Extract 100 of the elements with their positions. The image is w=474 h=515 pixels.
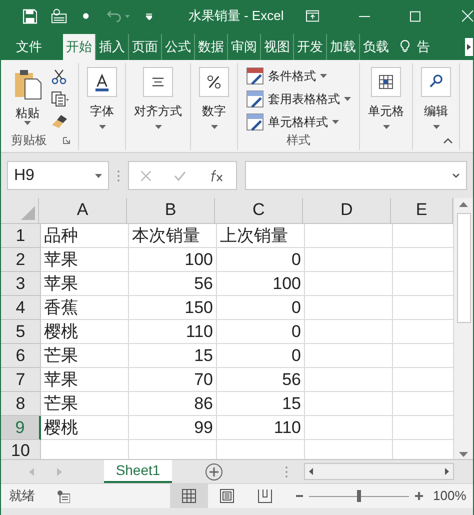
table-cell: 本次销量: [129, 224, 217, 248]
style-menu-button[interactable]: 单元格样式: [246, 113, 351, 131]
expand-icon[interactable]: [452, 173, 460, 178]
table-cell: 70: [129, 368, 217, 392]
column-header[interactable]: C: [215, 198, 304, 223]
row-header[interactable]: 1: [1, 224, 41, 248]
table-style-icon: [246, 113, 264, 131]
row-header[interactable]: 4: [1, 296, 41, 320]
row-header[interactable]: 2: [1, 248, 41, 272]
table-cell: 苹果: [41, 248, 129, 272]
status-text: 就绪: [9, 487, 35, 506]
table-cell: 86: [129, 392, 217, 416]
column-header[interactable]: B: [127, 198, 216, 223]
sheet-tab[interactable]: Sheet1: [104, 460, 172, 483]
group-label: 样式: [286, 132, 310, 149]
table-cell: 0: [217, 248, 305, 272]
table-cell: 0: [217, 344, 305, 368]
arrow-right-icon: [445, 468, 449, 475]
table-cell: 100: [217, 272, 305, 296]
name-box[interactable]: H9: [7, 161, 109, 190]
ribbon-tab[interactable]: 文件: [13, 34, 45, 60]
ribbon-button[interactable]: 字体: [87, 67, 117, 129]
ribbon-display-icon[interactable]: [306, 10, 319, 22]
customize-icon[interactable]: [146, 12, 152, 20]
column-header[interactable]: A: [39, 198, 128, 223]
grid-icon: [182, 489, 196, 503]
arrow-down-icon: [459, 452, 468, 457]
maximize-icon[interactable]: [410, 10, 421, 22]
add-sheet-icon[interactable]: [205, 462, 223, 480]
font-color-icon: [87, 67, 117, 97]
table-cell: 上次销量: [217, 224, 305, 248]
function-icon[interactable]: [210, 170, 224, 182]
view-button[interactable]: [170, 484, 208, 508]
scissors-icon[interactable]: [50, 69, 66, 85]
arrow-up-icon: [459, 202, 468, 207]
ribbon-tab[interactable]: 开始: [63, 34, 95, 60]
page-icon: [220, 489, 234, 503]
dot-icon[interactable]: [83, 13, 89, 19]
table-cell: 樱桃: [41, 416, 129, 440]
column-header[interactable]: D: [303, 198, 392, 223]
table-cell: 苹果: [41, 368, 129, 392]
zoom-in-icon[interactable]: [415, 492, 423, 500]
table-cell: 芒果: [41, 344, 129, 368]
zoom-slider-thumb[interactable]: [357, 490, 361, 502]
scroll-right-icon[interactable]: [465, 38, 473, 56]
caret-icon: [344, 97, 351, 101]
grip-icon: [285, 466, 288, 478]
arrow-left-icon: [309, 468, 313, 475]
caret-icon: [332, 120, 339, 124]
caret-icon: [24, 121, 31, 125]
row-header[interactable]: 3: [1, 272, 41, 296]
table-cell: 15: [129, 344, 217, 368]
style-menu-button[interactable]: 套用表格格式: [246, 90, 351, 108]
table-cell: 150: [129, 296, 217, 320]
ribbon-button[interactable]: 单元格: [368, 67, 404, 129]
paste-button[interactable]: 粘贴: [12, 67, 42, 130]
table-cell: 香蕉: [41, 296, 129, 320]
table-style-icon: [246, 90, 264, 108]
check-icon[interactable]: [174, 170, 186, 180]
row-header[interactable]: 7: [1, 368, 41, 392]
vertical-scrollbar[interactable]: [453, 198, 473, 459]
macro-record-icon[interactable]: [57, 490, 70, 502]
formula-field[interactable]: [245, 161, 467, 190]
style-menu-button[interactable]: 条件格式: [246, 67, 351, 85]
row-header[interactable]: 8: [1, 392, 41, 416]
copy-icon[interactable]: [50, 91, 68, 107]
collapse-ribbon-icon[interactable]: [443, 138, 453, 144]
window-title: 水果销量 - Excel: [188, 7, 284, 26]
table-cell: 品种: [41, 224, 129, 248]
caret-icon: [95, 174, 102, 178]
dialog-launcher-icon[interactable]: [63, 136, 70, 144]
table-cell: 100: [129, 248, 217, 272]
caret-icon: [320, 74, 327, 78]
save-icon[interactable]: [23, 8, 38, 24]
brush-icon[interactable]: [50, 113, 68, 129]
grip-icon: [117, 170, 120, 182]
row-header[interactable]: 5: [1, 320, 41, 344]
zoom-level[interactable]: 100%: [433, 486, 466, 506]
table-cell: 芒果: [41, 392, 129, 416]
caret-icon: [154, 125, 162, 129]
ribbon-tab[interactable]: 告: [414, 34, 433, 60]
ribbon-button[interactable]: 编辑: [421, 67, 451, 129]
close-icon[interactable]: [462, 10, 473, 22]
table-cell: 苹果: [41, 272, 129, 296]
row-header[interactable]: 6: [1, 344, 41, 368]
ribbon-button[interactable]: 数字: [199, 67, 229, 129]
group-label: 剪贴板: [11, 132, 47, 149]
page-break-icon: [258, 489, 272, 503]
row-header[interactable]: 10: [1, 440, 41, 459]
table-style-icon: [246, 67, 264, 85]
table-cell: 樱桃: [41, 320, 129, 344]
align-icon: [143, 67, 173, 97]
ribbon-button[interactable]: 对齐方式: [134, 67, 182, 129]
horizontal-scrollbar[interactable]: [304, 463, 454, 480]
table-cell: 56: [129, 272, 217, 296]
lightbulb-icon[interactable]: [400, 39, 410, 52]
clipboard-icon: [12, 67, 42, 101]
row-header[interactable]: 9: [1, 416, 41, 440]
touch-mode-icon[interactable]: [51, 8, 68, 24]
caret-icon: [98, 125, 106, 129]
